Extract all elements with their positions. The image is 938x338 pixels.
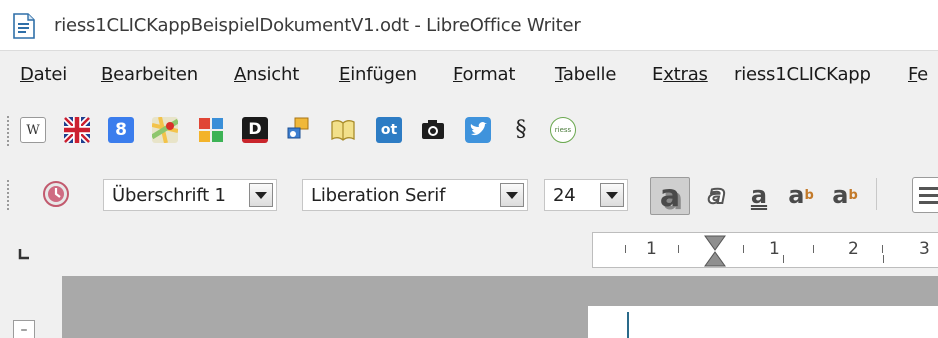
document-area bbox=[0, 276, 938, 338]
text-cursor bbox=[627, 312, 629, 338]
custom-toolbar: W 8 D ot § riess bbox=[0, 98, 938, 162]
style-update-icon[interactable] bbox=[42, 180, 70, 208]
menu-datei[interactable]: Datei bbox=[20, 64, 67, 85]
menu-extras[interactable]: Extras bbox=[652, 64, 708, 85]
tools-icon[interactable] bbox=[285, 116, 311, 142]
paragraph-style-value: Überschrift 1 bbox=[112, 184, 226, 206]
font-name-dropdown-icon[interactable] bbox=[500, 183, 524, 207]
ruler-tick bbox=[743, 245, 744, 253]
ruler-number: 3 bbox=[919, 239, 930, 259]
ruler-number: 1 bbox=[769, 239, 780, 259]
horizontal-ruler[interactable]: 1 1 2 3 bbox=[592, 232, 938, 268]
align-left-button[interactable] bbox=[912, 177, 938, 213]
font-name-value: Liberation Serif bbox=[311, 184, 446, 206]
google-icon[interactable]: 8 bbox=[108, 117, 134, 143]
document-page[interactable] bbox=[588, 306, 938, 338]
font-size-value: 24 bbox=[553, 184, 576, 206]
subscript-button[interactable]: ab bbox=[828, 178, 862, 212]
twitter-icon[interactable] bbox=[465, 117, 491, 143]
double-underline-button[interactable]: a bbox=[742, 178, 776, 212]
writer-document-icon bbox=[13, 13, 35, 39]
collapse-icon[interactable]: – bbox=[13, 320, 35, 338]
paragraph-style-dropdown-icon[interactable] bbox=[249, 183, 273, 207]
uk-flag-icon[interactable] bbox=[64, 117, 90, 143]
book-icon[interactable] bbox=[330, 117, 356, 143]
menu-bar: Datei Bearbeiten Ansicht Einfügen Format… bbox=[0, 50, 938, 98]
superscript-button[interactable]: ab bbox=[784, 178, 818, 212]
menu-einfuegen[interactable]: Einfügen bbox=[339, 64, 417, 85]
menu-ansicht[interactable]: Ansicht bbox=[234, 64, 299, 85]
wikipedia-icon[interactable]: W bbox=[20, 117, 46, 143]
toolbar-separator bbox=[876, 178, 877, 210]
toolbar-grip[interactable] bbox=[7, 180, 11, 210]
ruler-tick bbox=[882, 245, 883, 253]
window-title: riess1CLICKappBeispielDokumentV1.odt - L… bbox=[54, 15, 581, 36]
menu-fenster[interactable]: Fe bbox=[908, 64, 928, 85]
ruler-number: 1 bbox=[646, 239, 657, 259]
font-name-combo[interactable]: Liberation Serif bbox=[302, 179, 528, 211]
ot-icon[interactable]: ot bbox=[376, 117, 402, 143]
font-size-dropdown-icon[interactable] bbox=[600, 183, 624, 207]
menu-tabelle[interactable]: Tabelle bbox=[555, 64, 616, 85]
formatting-toolbar: Überschrift 1 Liberation Serif 24 a a a … bbox=[0, 162, 938, 226]
ruler-tick bbox=[883, 255, 884, 263]
camera-icon[interactable] bbox=[420, 117, 446, 143]
ruler-bar: 1 1 2 3 bbox=[0, 226, 938, 276]
outline-button[interactable]: a bbox=[700, 178, 734, 212]
ruler-tick bbox=[678, 245, 679, 253]
title-bar: riess1CLICKappBeispielDokumentV1.odt - L… bbox=[0, 0, 938, 50]
section-icon[interactable]: § bbox=[508, 116, 534, 142]
font-size-combo[interactable]: 24 bbox=[544, 179, 628, 211]
maps-icon[interactable] bbox=[152, 117, 178, 143]
ruler-tick bbox=[625, 245, 626, 253]
tab-stop-type-icon[interactable] bbox=[18, 248, 30, 260]
shadow-button[interactable]: a bbox=[650, 177, 690, 215]
menu-bearbeiten[interactable]: Bearbeiten bbox=[101, 64, 198, 85]
paragraph-style-combo[interactable]: Überschrift 1 bbox=[103, 179, 277, 211]
duden-icon[interactable]: D bbox=[242, 117, 268, 143]
puzzle-icon[interactable] bbox=[198, 117, 224, 143]
ruler-tick bbox=[783, 255, 784, 263]
menu-format[interactable]: Format bbox=[453, 64, 515, 85]
riess-logo-icon[interactable]: riess bbox=[550, 117, 576, 143]
ruler-number: 2 bbox=[848, 239, 859, 259]
indent-marker-icon[interactable] bbox=[704, 235, 726, 267]
ruler-tick bbox=[813, 245, 814, 253]
toolbar-grip[interactable] bbox=[7, 116, 11, 146]
menu-riess1clickapp[interactable]: riess1CLICKapp bbox=[734, 64, 871, 85]
